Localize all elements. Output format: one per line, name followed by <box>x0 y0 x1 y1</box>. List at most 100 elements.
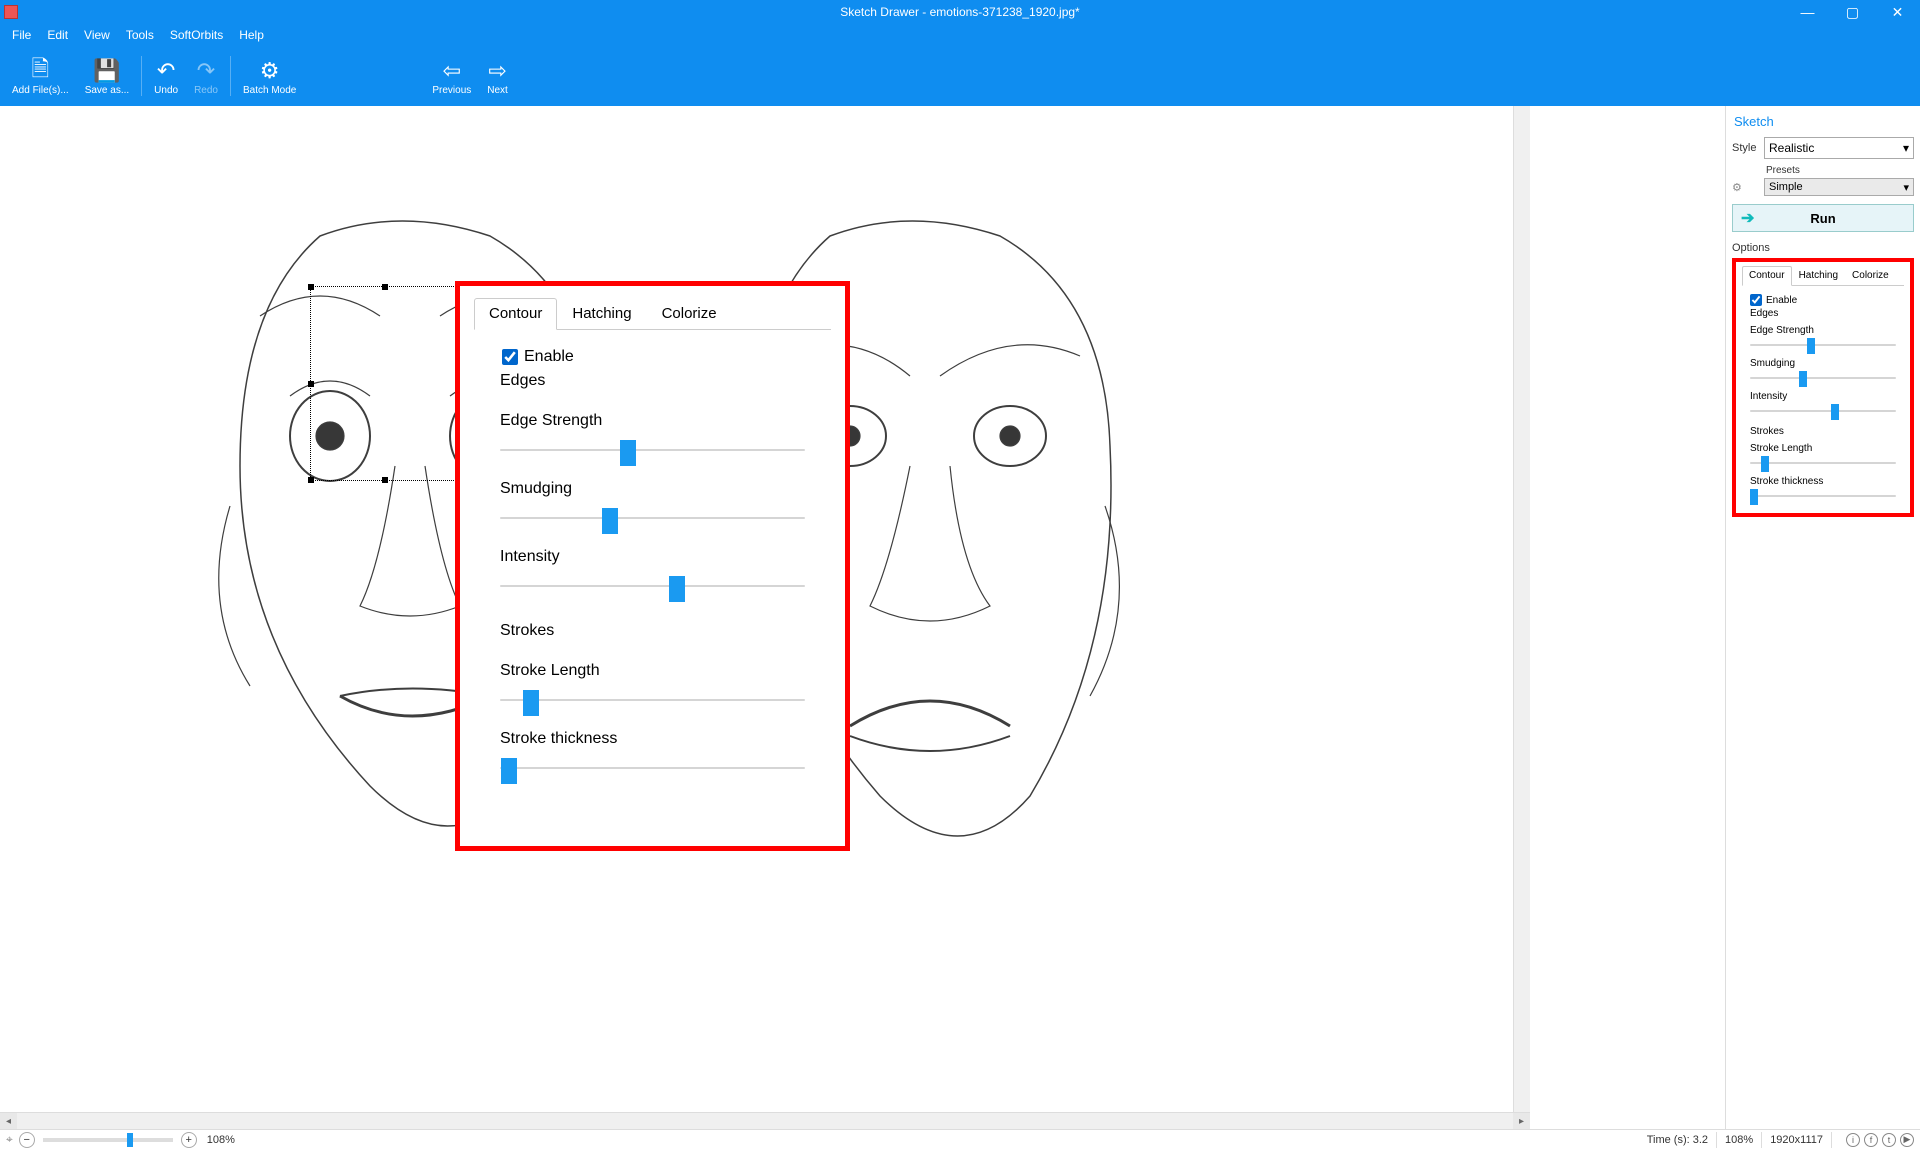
right-panel: Sketch Style Realistic▾ Presets ⚙ Simple… <box>1725 106 1920 1129</box>
undo-button[interactable]: ↶ Undo <box>146 53 186 100</box>
status-zoom: 108% <box>1725 1134 1753 1146</box>
panel-tabs: Contour Hatching Colorize <box>1742 266 1904 286</box>
style-row: Style Realistic▾ <box>1732 137 1914 159</box>
options-label: Options <box>1732 242 1914 254</box>
zoom-control: ⌖ − + 108% <box>0 1132 241 1148</box>
minimize-button[interactable]: — <box>1785 0 1830 24</box>
menu-help[interactable]: Help <box>231 26 272 44</box>
tab-colorize[interactable]: Colorize <box>647 298 732 329</box>
style-dropdown[interactable]: Realistic▾ <box>1764 137 1914 159</box>
presets-settings-icon[interactable]: ⚙ <box>1732 181 1764 194</box>
intensity-slider[interactable] <box>500 578 805 594</box>
horizontal-scrollbar[interactable]: ◂ ▸ <box>0 1112 1530 1129</box>
strokes-section-label: Strokes <box>500 622 819 640</box>
panel-smudging-label: Smudging <box>1750 358 1904 369</box>
close-button[interactable]: ✕ <box>1875 0 1920 24</box>
stroke-length-slider[interactable] <box>500 692 805 708</box>
save-as-button[interactable]: 💾 Save as... <box>77 53 137 100</box>
enable-label: Enable <box>524 348 574 366</box>
panel-edge-strength-slider[interactable] <box>1750 340 1896 350</box>
panel-edge-strength-label: Edge Strength <box>1750 325 1904 336</box>
twitter-icon[interactable]: t <box>1882 1133 1896 1147</box>
youtube-icon[interactable]: ▶ <box>1900 1133 1914 1147</box>
panel-stroke-length-slider[interactable] <box>1750 458 1896 468</box>
panel-strokes-label: Strokes <box>1750 426 1904 437</box>
main-area: Contour Hatching Colorize Enable Edges E… <box>0 106 1920 1129</box>
resize-handle[interactable] <box>308 477 314 483</box>
smudging-slider[interactable] <box>500 510 805 526</box>
panel-tab-colorize[interactable]: Colorize <box>1845 266 1896 285</box>
tab-hatching[interactable]: Hatching <box>557 298 646 329</box>
options-overlay: Contour Hatching Colorize Enable Edges E… <box>455 281 850 851</box>
stroke-length-label: Stroke Length <box>500 662 819 680</box>
add-files-button[interactable]: 🗎 Add File(s)... <box>4 53 77 100</box>
presets-row: ⚙ Simple▾ <box>1732 178 1914 196</box>
panel-stroke-thickness-label: Stroke thickness <box>1750 476 1904 487</box>
prev-icon: ⇦ <box>443 57 461 85</box>
stroke-thickness-slider[interactable] <box>500 760 805 776</box>
social-icons: i f t ▶ <box>1840 1133 1920 1147</box>
panel-enable-row[interactable]: Enable <box>1750 294 1904 306</box>
next-icon: ⇨ <box>488 57 506 85</box>
separator <box>230 56 231 96</box>
edge-strength-label: Edge Strength <box>500 412 819 430</box>
smudging-label: Smudging <box>500 480 819 498</box>
edge-strength-slider[interactable] <box>500 442 805 458</box>
tab-contour[interactable]: Contour <box>474 298 557 330</box>
enable-checkbox[interactable] <box>502 349 518 365</box>
window-controls: — ▢ ✕ <box>1785 0 1920 24</box>
status-dimensions: 1920x1117 <box>1770 1134 1823 1146</box>
app-icon <box>4 5 18 19</box>
previous-button[interactable]: ⇦ Previous <box>424 53 479 100</box>
presets-dropdown[interactable]: Simple▾ <box>1764 178 1914 196</box>
chevron-down-icon: ▾ <box>1903 141 1909 155</box>
run-button[interactable]: ➔ Run <box>1732 204 1914 232</box>
window-title: Sketch Drawer - emotions-371238_1920.jpg… <box>840 5 1079 19</box>
selection-rectangle[interactable] <box>310 286 460 481</box>
panel-stroke-thickness-slider[interactable] <box>1750 491 1896 501</box>
scroll-right-button[interactable]: ▸ <box>1513 1113 1530 1130</box>
resize-handle[interactable] <box>382 284 388 290</box>
toolbar: 🗎 Add File(s)... 💾 Save as... ↶ Undo ↷ R… <box>0 46 1920 106</box>
zoom-out-button[interactable]: − <box>19 1132 35 1148</box>
undo-icon: ↶ <box>157 57 175 85</box>
zoom-slider[interactable] <box>43 1138 173 1142</box>
panel-smudging-slider[interactable] <box>1750 373 1896 383</box>
zoom-pct: 108% <box>207 1134 235 1146</box>
panel-stroke-length-label: Stroke Length <box>1750 443 1904 454</box>
run-arrow-icon: ➔ <box>1741 208 1754 228</box>
gear-icon: ⚙ <box>260 57 280 85</box>
menu-edit[interactable]: Edit <box>39 26 76 44</box>
maximize-button[interactable]: ▢ <box>1830 0 1875 24</box>
menu-softorbits[interactable]: SoftOrbits <box>162 26 231 44</box>
vertical-scrollbar[interactable] <box>1513 106 1530 1112</box>
panel-intensity-slider[interactable] <box>1750 406 1896 416</box>
facebook-icon[interactable]: f <box>1864 1133 1878 1147</box>
canvas[interactable]: Contour Hatching Colorize Enable Edges E… <box>0 106 1725 1129</box>
add-file-icon: 🗎 <box>31 57 49 85</box>
status-bar: ⌖ − + 108% Time (s): 3.2 108% 1920x1117 … <box>0 1129 1920 1149</box>
zoom-in-button[interactable]: + <box>181 1132 197 1148</box>
enable-checkbox-row[interactable]: Enable <box>502 348 819 366</box>
redo-button[interactable]: ↷ Redo <box>186 53 226 100</box>
style-label: Style <box>1732 142 1764 154</box>
menu-bar: File Edit View Tools SoftOrbits Help <box>0 24 1920 46</box>
panel-edges-label: Edges <box>1750 308 1904 319</box>
menu-tools[interactable]: Tools <box>118 26 162 44</box>
menu-view[interactable]: View <box>76 26 118 44</box>
panel-tab-contour[interactable]: Contour <box>1742 266 1792 286</box>
panel-tab-hatching[interactable]: Hatching <box>1792 266 1845 285</box>
batch-mode-button[interactable]: ⚙ Batch Mode <box>235 53 304 100</box>
menu-file[interactable]: File <box>4 26 39 44</box>
resize-handle[interactable] <box>308 381 314 387</box>
title-bar: Sketch Drawer - emotions-371238_1920.jpg… <box>0 0 1920 24</box>
chevron-down-icon: ▾ <box>1903 181 1909 194</box>
sketch-panel-title: Sketch <box>1732 110 1914 137</box>
edges-section-label: Edges <box>500 372 819 390</box>
next-button[interactable]: ⇨ Next <box>479 53 516 100</box>
panel-enable-checkbox[interactable] <box>1750 294 1762 306</box>
info-icon[interactable]: i <box>1846 1133 1860 1147</box>
resize-handle[interactable] <box>382 477 388 483</box>
scroll-left-button[interactable]: ◂ <box>0 1113 17 1130</box>
resize-handle[interactable] <box>308 284 314 290</box>
